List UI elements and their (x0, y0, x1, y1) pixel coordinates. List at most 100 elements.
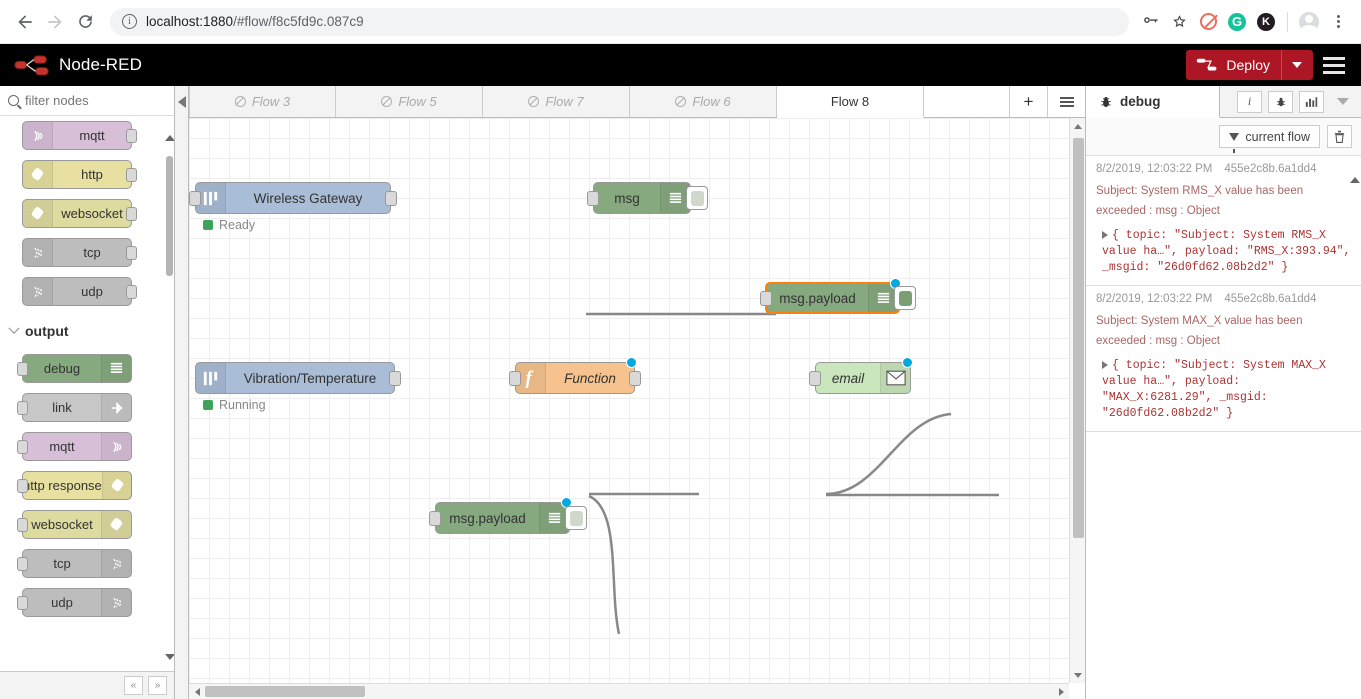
input-port[interactable] (189, 190, 201, 206)
expand-arrow-icon[interactable] (1102, 230, 1108, 239)
filter-current-flow-button[interactable]: current flow (1219, 125, 1320, 153)
flow-tab-flow-5[interactable]: Flow 5 (336, 86, 483, 117)
input-port[interactable] (17, 517, 28, 532)
debug-payload-body[interactable]: { topic: "Subject: System MAX_X value ha… (1096, 358, 1351, 422)
palette-scroll-up-icon[interactable] (165, 118, 174, 141)
palette-collapse-handle[interactable] (175, 86, 189, 699)
deploy-button[interactable]: Deploy (1186, 50, 1313, 80)
input-port[interactable] (809, 370, 821, 386)
deploy-label: Deploy (1226, 57, 1270, 73)
kaspersky-icon[interactable]: K (1253, 9, 1279, 35)
flow-node-wireless-gateway[interactable]: Wireless Gateway (189, 182, 397, 214)
chevron-down-icon[interactable] (1330, 98, 1355, 105)
debug-toggle-button[interactable] (894, 286, 916, 310)
debug-message-list[interactable]: 8/2/2019, 12:03:22 PM 455e2c8b.6a1dd4 Subj… (1086, 156, 1361, 699)
palette-category-output[interactable]: output (0, 311, 174, 349)
tab-list-icon[interactable] (1047, 86, 1085, 117)
flow-tab-flow-3[interactable]: Flow 3 (189, 86, 336, 117)
back-arrow-icon[interactable] (10, 7, 40, 37)
palette-node-tcp[interactable]: tcp (0, 544, 174, 583)
collapse-all-icon[interactable]: « (124, 676, 143, 695)
debug-scroll-up-icon[interactable] (1350, 160, 1360, 183)
flow-tab-flow-6[interactable]: Flow 6 (630, 86, 777, 117)
flow-canvas[interactable]: Wireless Gateway Ready msg msg.payload Vibra… (189, 118, 1069, 683)
output-port[interactable] (126, 128, 137, 143)
debug-topic-line: Subject: System RMS_X value has been (1096, 185, 1304, 197)
debug-message[interactable]: 8/2/2019, 12:03:22 PM 455e2c8b.6a1dd4 Subj… (1086, 156, 1361, 286)
output-port[interactable] (126, 245, 137, 260)
palette-node-tcp[interactable]: tcp (0, 233, 174, 272)
output-port[interactable] (126, 284, 137, 299)
debug-payload-body[interactable]: { topic: "Subject: System RMS_X value ha… (1096, 228, 1351, 276)
flow-node-debug-msg-payload-top[interactable]: msg.payload (760, 278, 916, 314)
palette-node-debug[interactable]: debug (0, 349, 174, 388)
debug-toggle-button[interactable] (565, 506, 587, 530)
deploy-dropdown-caret[interactable] (1281, 50, 1312, 80)
input-port[interactable] (17, 478, 28, 493)
address-bar[interactable]: i localhost:1880/#flow/f8c5fd9c.087c9 (110, 7, 1129, 36)
expand-arrow-icon[interactable] (1102, 360, 1108, 369)
key-icon[interactable] (1137, 9, 1163, 35)
output-port[interactable] (126, 167, 137, 182)
input-port[interactable] (17, 439, 28, 454)
scroll-right-icon[interactable] (1053, 687, 1069, 696)
flow-node-debug-msg[interactable]: msg (587, 182, 708, 214)
profile-avatar[interactable] (1296, 9, 1322, 35)
scroll-left-icon[interactable] (189, 687, 205, 696)
debug-message[interactable]: 8/2/2019, 12:03:22 PM 455e2c8b.6a1dd4 Subj… (1086, 286, 1361, 432)
debug-toggle-button[interactable] (686, 186, 708, 210)
output-port[interactable] (629, 370, 641, 386)
chrome-menu-icon[interactable] (1325, 9, 1351, 35)
flow-node-vibration-temperature[interactable]: Vibration/Temperature (195, 362, 401, 394)
flow-node-email[interactable]: email (809, 357, 913, 394)
reload-icon[interactable] (70, 7, 100, 37)
input-port[interactable] (429, 510, 441, 526)
input-port[interactable] (17, 556, 28, 571)
scroll-up-icon[interactable] (1070, 118, 1085, 134)
input-port[interactable] (17, 361, 28, 376)
add-flow-button[interactable]: + (1009, 86, 1047, 117)
chart-icon[interactable] (1299, 90, 1324, 113)
output-port[interactable] (126, 206, 137, 221)
palette-node-websocket[interactable]: websocket (0, 505, 174, 544)
adblock-icon[interactable] (1195, 9, 1221, 35)
input-port[interactable] (509, 370, 521, 386)
flow-node-debug-msg-payload-bottom[interactable]: msg.payload (429, 497, 587, 534)
palette-scroll-area[interactable]: mqtt http websocket tcp udp output debug link mq… (0, 116, 174, 671)
hamburger-menu-icon[interactable] (1313, 44, 1355, 86)
palette-node-link[interactable]: link (0, 388, 174, 427)
palette-scrollbar[interactable] (165, 116, 174, 671)
flow-tab-flow-8[interactable]: Flow 8 (777, 86, 924, 118)
palette-node-http-response[interactable]: http response (0, 466, 174, 505)
input-port[interactable] (17, 595, 28, 610)
trash-icon[interactable] (1327, 125, 1352, 148)
palette-node-websocket[interactable]: websocket (0, 194, 174, 233)
forward-arrow-icon[interactable] (40, 7, 70, 37)
output-port[interactable] (389, 370, 401, 386)
input-port[interactable] (587, 190, 599, 206)
bug-icon-button[interactable] (1268, 90, 1293, 113)
tab-debug[interactable]: debug (1086, 86, 1220, 118)
output-port[interactable] (385, 190, 397, 206)
flow-tab-flow-7[interactable]: Flow 7 (483, 86, 630, 117)
canvas-vertical-scrollbar[interactable] (1069, 118, 1085, 683)
palette-node-udp[interactable]: udp (0, 272, 174, 311)
info-icon[interactable]: i (1237, 90, 1262, 113)
flow-node-function[interactable]: f Function (509, 357, 641, 394)
search-input[interactable] (25, 93, 166, 108)
grammarly-icon[interactable]: G (1224, 9, 1250, 35)
palette-node-mqtt[interactable]: mqtt (0, 116, 174, 155)
input-port[interactable] (760, 290, 772, 306)
canvas-horizontal-scrollbar[interactable] (189, 683, 1069, 699)
expand-all-icon[interactable]: » (148, 676, 167, 695)
site-info-icon[interactable]: i (122, 14, 137, 29)
scroll-down-icon[interactable] (1070, 667, 1085, 683)
palette-node-http[interactable]: http (0, 155, 174, 194)
star-icon[interactable] (1166, 9, 1192, 35)
palette-node-udp[interactable]: udp (0, 583, 174, 622)
input-port[interactable] (17, 400, 28, 415)
node-red-logo[interactable]: Node-RED (14, 54, 142, 76)
palette-scroll-down-icon[interactable] (165, 654, 174, 671)
palette-node-mqtt[interactable]: mqtt (0, 427, 174, 466)
palette-search[interactable] (0, 86, 174, 116)
